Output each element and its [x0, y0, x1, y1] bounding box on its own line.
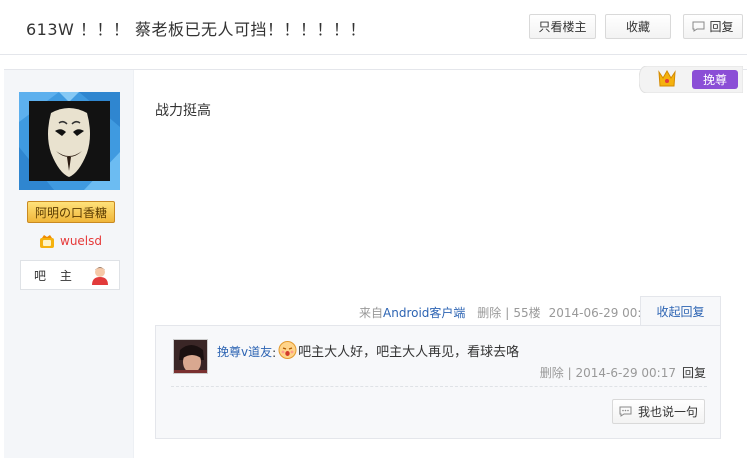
floor-number: 55楼	[513, 306, 541, 320]
thread-title: 613W ！！！ 蔡老板已无人可挡！！！！！！	[26, 20, 367, 39]
role-box: 吧 主	[20, 260, 120, 290]
only-op-label: 只看楼主	[538, 20, 587, 34]
author-name[interactable]: wuelsd	[39, 232, 102, 250]
reply-datetime: 2014-6-29 00:17	[575, 366, 676, 380]
thread-header: 613W ！！！ 蔡老板已无人可挡！！！！！！ 只看楼主 收藏 回复	[0, 0, 747, 55]
delete-link[interactable]: 删除	[477, 306, 501, 320]
sub-reply-line: 挽尊v道友: 吧主大人好，吧主大人再见，看球去咯	[217, 340, 519, 360]
post-content: 战力挺高	[155, 103, 211, 119]
collapse-reply-tab[interactable]: 收起回复	[640, 296, 721, 326]
post-meta: 来自Android客户端 删除 | 55楼 2014-06-29 00:15	[359, 304, 657, 321]
author-sidebar: 阿明の口香糖 wuelsd 吧 主	[4, 70, 134, 458]
user-sticker: 阿明の口香糖	[27, 201, 115, 223]
emoji-icon	[278, 341, 297, 359]
crown-icon	[40, 234, 54, 248]
avatar[interactable]	[19, 92, 120, 190]
badge-crown-icon[interactable]: 挽尊	[639, 66, 743, 93]
post-body: 挽尊 战力挺高 来自Android客户端 删除 | 55楼 2014-06-29 00…	[135, 66, 747, 458]
role-label: 吧 主	[34, 268, 77, 283]
reply-label: 回复	[709, 20, 734, 34]
sub-reply-panel: 挽尊v道友: 吧主大人好，吧主大人再见，看球去咯 删除 | 2014-6-29 …	[155, 325, 721, 439]
reply-text: 吧主大人好，吧主大人再见，看球去咯	[298, 345, 520, 360]
collapse-reply-label: 收起回复	[656, 305, 705, 319]
sub-reply-divider	[171, 386, 707, 387]
avatar-image	[29, 101, 110, 181]
reply-username[interactable]: 挽尊v道友	[217, 343, 272, 360]
post-floor: 阿明の口香糖 wuelsd 吧 主 挽尊 战力挺高 来自Android客户端 删…	[4, 66, 747, 458]
meta-separator: |	[505, 306, 510, 320]
comment-icon	[619, 406, 632, 417]
source-link[interactable]: Android客户端	[383, 306, 465, 320]
person-icon	[92, 267, 108, 285]
reply-avatar[interactable]	[173, 339, 208, 374]
badge-label: 挽尊	[703, 72, 727, 87]
only-op-button[interactable]: 只看楼主	[529, 14, 596, 39]
reply-button[interactable]: 回复	[683, 14, 743, 39]
comment-icon	[692, 21, 705, 32]
sticker-label: 阿明の口香糖	[34, 205, 107, 220]
source-prefix: 来自	[359, 306, 384, 320]
reply-delete-link[interactable]: 删除	[540, 366, 564, 380]
favorite-label: 收藏	[625, 20, 650, 34]
reply-meta: 删除 | 2014-6-29 00:17 回复	[539, 366, 706, 380]
reply-colon: :	[272, 346, 277, 360]
say-something-label: 我也说一句	[637, 405, 698, 419]
say-something-button[interactable]: 我也说一句	[612, 399, 705, 424]
favorite-button[interactable]: 收藏	[605, 14, 671, 39]
author-username: wuelsd	[60, 234, 103, 248]
reply-reply-link[interactable]: 回复	[682, 366, 706, 380]
